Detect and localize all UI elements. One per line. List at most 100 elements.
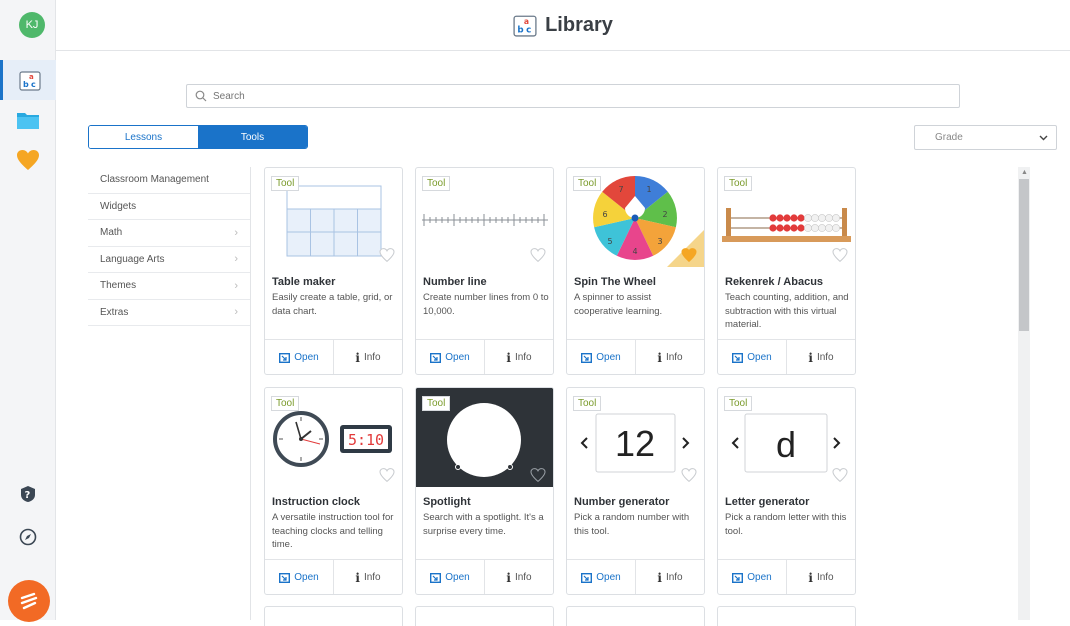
tool-card[interactable]: Tool Rekenrek / Abacus Teach counting, a… — [717, 167, 856, 375]
scroll-up-icon[interactable]: ▲ — [1021, 169, 1028, 176]
open-button[interactable]: Open — [718, 340, 787, 374]
info-button[interactable]: i Info — [485, 560, 553, 594]
card-description: Pick a random number with this tool. — [574, 512, 690, 537]
favorite-heart-icon[interactable] — [681, 468, 697, 482]
info-icon: i — [657, 570, 662, 585]
tab-lessons[interactable]: Lessons — [89, 126, 198, 148]
open-button[interactable]: Open — [416, 340, 485, 374]
category-label: Language Arts — [100, 253, 165, 265]
grade-select-label: Grade — [935, 132, 963, 143]
info-button[interactable]: i Info — [636, 340, 704, 374]
info-icon: i — [808, 350, 813, 365]
help-icon: ? — [21, 486, 35, 502]
card-title: Instruction clock — [272, 496, 361, 508]
svg-text:b: b — [23, 80, 29, 89]
tool-card[interactable]: Tool Number line Create number lines fro… — [415, 167, 554, 375]
favorite-heart-icon[interactable] — [379, 468, 395, 482]
svg-text:2: 2 — [662, 210, 667, 219]
chevron-right-icon — [682, 437, 690, 449]
tool-card[interactable]: Tool Table maker Easily create a table, … — [264, 167, 403, 375]
open-button[interactable]: Open — [265, 560, 334, 594]
card-actions: Open i Info — [416, 559, 553, 594]
tool-card[interactable]: 5:10 Tool Instruction clock A versatile … — [264, 387, 403, 595]
category-label: Math — [100, 227, 123, 239]
svg-text:c: c — [526, 26, 531, 36]
search-input[interactable] — [213, 90, 913, 102]
tab-tools[interactable]: Tools — [198, 126, 307, 148]
card-description: A versatile instruction tool for teachin… — [272, 512, 394, 550]
info-label: Info — [816, 352, 834, 363]
explore-button[interactable] — [0, 517, 56, 557]
info-button[interactable]: i Info — [787, 560, 855, 594]
favorite-heart-icon[interactable] — [530, 248, 546, 262]
svg-text:b: b — [517, 26, 523, 36]
svg-text:?: ? — [25, 490, 31, 501]
info-label: Info — [665, 352, 683, 363]
user-avatar[interactable]: KJ — [19, 12, 45, 38]
tool-card-partial[interactable] — [415, 606, 554, 626]
help-button[interactable]: ? — [0, 474, 56, 514]
card-title: Letter generator — [725, 496, 810, 508]
category-item[interactable]: Themes › — [88, 273, 250, 300]
card-actions: Open i Info — [265, 339, 402, 374]
favorite-heart-icon[interactable] — [379, 248, 395, 262]
category-item[interactable]: Math › — [88, 220, 250, 247]
info-icon: i — [808, 570, 813, 585]
favorite-heart-icon[interactable] — [681, 248, 697, 262]
open-button[interactable]: Open — [416, 560, 485, 594]
open-button[interactable]: Open — [567, 560, 636, 594]
open-label: Open — [294, 352, 319, 363]
svg-text:7: 7 — [618, 185, 623, 194]
open-label: Open — [747, 352, 772, 363]
favorite-heart-icon[interactable] — [832, 248, 848, 262]
chevron-down-icon — [1039, 135, 1048, 140]
scrollbar[interactable]: ▲ — [1018, 167, 1030, 620]
category-list: Classroom Management Widgets Math › Lang… — [88, 167, 250, 326]
tool-card-partial[interactable] — [264, 606, 403, 626]
info-button[interactable]: i Info — [485, 340, 553, 374]
info-label: Info — [514, 352, 532, 363]
letter-display: d — [776, 424, 796, 465]
library-nav-button[interactable]: a b c — [0, 60, 56, 100]
svg-text:c: c — [31, 80, 36, 89]
favorite-heart-icon[interactable] — [530, 468, 546, 482]
tool-card[interactable]: Tool Spotlight Search with a spotlight. … — [415, 387, 554, 595]
favorite-heart-icon[interactable] — [832, 468, 848, 482]
chevron-left-icon — [731, 437, 739, 449]
category-item[interactable]: Classroom Management — [88, 167, 250, 194]
info-icon: i — [355, 350, 360, 365]
favorites-nav-button[interactable] — [0, 140, 56, 180]
scrollbar-thumb[interactable] — [1019, 179, 1029, 331]
info-button[interactable]: i Info — [334, 340, 402, 374]
info-icon: i — [506, 570, 511, 585]
search-box[interactable] — [186, 84, 960, 108]
folder-icon — [17, 113, 39, 129]
card-title: Spin The Wheel — [574, 276, 656, 288]
category-item[interactable]: Widgets — [88, 194, 250, 220]
svg-text:4: 4 — [632, 247, 637, 256]
info-label: Info — [363, 352, 381, 363]
tool-card-partial[interactable] — [566, 606, 705, 626]
chevron-left-icon — [580, 437, 588, 449]
info-icon: i — [355, 570, 360, 585]
brand-logo[interactable] — [8, 580, 50, 622]
category-label: Extras — [100, 306, 129, 318]
category-item[interactable]: Language Arts › — [88, 247, 250, 273]
tool-card[interactable]: 12 Tool Number generator Pick a random n… — [566, 387, 705, 595]
folders-nav-button[interactable] — [0, 100, 56, 140]
tool-card-partial[interactable] — [717, 606, 856, 626]
left-rail: KJ a b c ? — [0, 0, 56, 622]
info-button[interactable]: i Info — [636, 560, 704, 594]
open-button[interactable]: Open — [265, 340, 334, 374]
open-label: Open — [445, 352, 470, 363]
info-button[interactable]: i Info — [787, 340, 855, 374]
tool-card[interactable]: 1 2 3 4 5 6 7 Tool Spin The Wheel A spin… — [566, 167, 705, 375]
grade-select[interactable]: Grade — [914, 125, 1057, 150]
category-item[interactable]: Extras › — [88, 300, 250, 326]
open-button[interactable]: Open — [718, 560, 787, 594]
info-button[interactable]: i Info — [334, 560, 402, 594]
tool-card[interactable]: d Tool Letter generator Pick a random le… — [717, 387, 856, 595]
svg-text:5: 5 — [607, 237, 612, 246]
number-display: 12 — [615, 423, 655, 464]
open-button[interactable]: Open — [567, 340, 636, 374]
